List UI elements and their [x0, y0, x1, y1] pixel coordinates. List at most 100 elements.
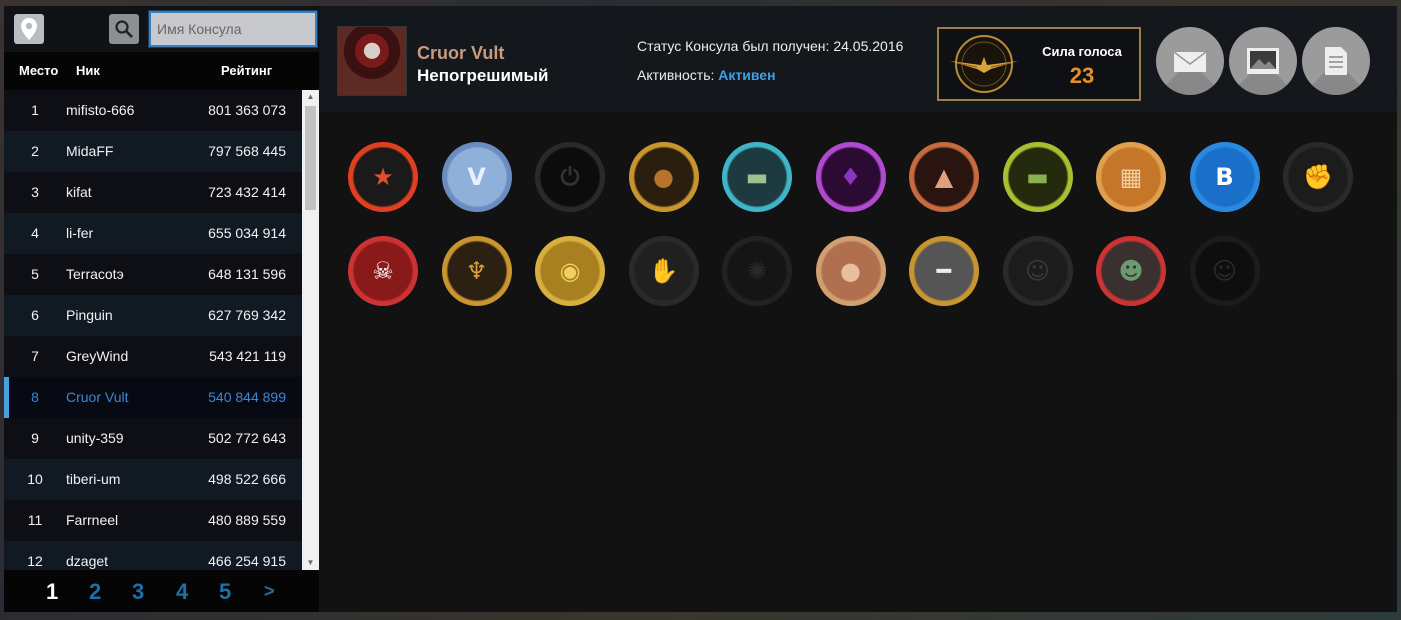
row-rating: 498 522 666 — [208, 471, 286, 487]
scrollbar[interactable]: ▲ ▼ — [302, 90, 319, 570]
money-badge[interactable]: ▬ — [722, 142, 792, 212]
row-place: 7 — [31, 348, 39, 364]
portrait-badge[interactable]: ● — [815, 236, 886, 306]
row-place: 6 — [31, 307, 39, 323]
row-rating: 543 421 119 — [209, 348, 286, 364]
header-nick[interactable]: Ник — [76, 63, 100, 78]
row-nick: unity-359 — [66, 430, 124, 446]
table-row[interactable]: 5 Terracotэ 648 131 596 — [4, 254, 302, 295]
activity-value: Активен — [718, 67, 776, 83]
table-row[interactable]: 2 MidaFF 797 568 445 — [4, 131, 302, 172]
scroll-down-arrow-icon[interactable]: ▼ — [302, 556, 319, 570]
mail-icon — [1173, 51, 1207, 72]
row-place: 2 — [31, 143, 39, 159]
table-row[interactable]: 6 Pinguin 627 769 342 — [4, 295, 302, 336]
profile-panel: Cruor Vult Непогрешимый Статус Консула б… — [320, 6, 1397, 612]
search-button[interactable] — [109, 14, 139, 44]
profile-header: Cruor Vult Непогрешимый Статус Консула б… — [320, 6, 1397, 112]
crystal-badge[interactable]: ♦ — [815, 142, 886, 212]
winged-emblem-icon — [950, 35, 1018, 93]
skull-badge[interactable]: ☠ — [348, 236, 418, 306]
activity-label: Активность: — [637, 67, 719, 83]
avatar[interactable] — [337, 26, 407, 96]
pyramid-badge[interactable]: ▲ — [909, 142, 979, 212]
row-rating: 480 889 559 — [208, 512, 286, 528]
row-rating: 502 772 643 — [208, 430, 286, 446]
box-badge[interactable]: ▦ — [1096, 142, 1166, 212]
table-row[interactable]: 11 Farrneel 480 889 559 — [4, 500, 302, 541]
message-button[interactable] — [1156, 27, 1224, 95]
document-icon — [1325, 47, 1347, 75]
row-nick: dzaget — [66, 553, 109, 569]
table-header: Место Ник Рейтинг — [4, 52, 319, 90]
document-button[interactable] — [1302, 27, 1370, 95]
row-place: 10 — [27, 471, 43, 487]
row-rating: 723 432 414 — [208, 184, 286, 200]
row-nick: tiberi-um — [66, 471, 121, 487]
table-row[interactable]: 8 Cruor Vult 540 844 899 — [4, 377, 302, 418]
minus-badge[interactable]: ━ — [909, 236, 979, 306]
vote-power-box: Сила голоса 23 — [937, 27, 1141, 101]
next-page-button[interactable]: > — [264, 581, 275, 602]
star-badge[interactable]: ★ — [348, 142, 418, 212]
table-row[interactable]: 12 dzaget 466 254 915 — [4, 541, 302, 570]
page-4[interactable]: 4 — [176, 579, 188, 605]
table-row[interactable]: 7 GreyWind 543 421 119 — [4, 336, 302, 377]
mask-badge[interactable]: ☺ — [1189, 236, 1260, 306]
row-place: 8 — [31, 389, 39, 405]
row-nick: Pinguin — [66, 307, 113, 323]
row-place: 5 — [31, 266, 39, 282]
row-rating: 797 568 445 — [208, 143, 286, 159]
power-badge[interactable]: ⏻ — [535, 142, 605, 212]
table-row[interactable]: 10 tiberi-um 498 522 666 — [4, 459, 302, 500]
coins-badge[interactable]: ◉ — [535, 236, 605, 306]
gallery-button[interactable] — [1229, 27, 1297, 95]
page-1[interactable]: 1 — [46, 579, 58, 605]
row-nick: GreyWind — [66, 348, 129, 364]
image-icon — [1247, 48, 1279, 74]
page-2[interactable]: 2 — [89, 579, 101, 605]
status-date: 24.05.2016 — [833, 38, 904, 54]
row-nick: Terracotэ — [66, 266, 124, 282]
row-nick: MidaFF — [66, 143, 114, 159]
vote-power-value: 23 — [1069, 63, 1095, 88]
location-button[interactable] — [14, 14, 44, 44]
vk-badge[interactable]: B — [1189, 142, 1260, 212]
page-3[interactable]: 3 — [132, 579, 144, 605]
header-rating[interactable]: Рейтинг — [221, 63, 272, 78]
activity: Активность: Активен — [637, 67, 776, 83]
scroll-thumb[interactable] — [305, 106, 316, 210]
table-row[interactable]: 9 unity-359 502 772 643 — [4, 418, 302, 459]
page-5[interactable]: 5 — [219, 579, 231, 605]
fist-badge[interactable]: ✊ — [1283, 142, 1353, 212]
consul-search-input[interactable] — [148, 10, 318, 48]
row-place: 9 — [31, 430, 39, 446]
person-badge[interactable]: ● — [628, 142, 699, 212]
vote-power-label: Сила голоса — [1042, 44, 1122, 59]
profile-title: Непогрешимый — [417, 66, 549, 85]
row-rating: 648 131 596 — [208, 266, 286, 282]
eagle-badge[interactable]: ♆ — [441, 236, 512, 306]
app-frame: Место Ник Рейтинг 1 mifisto-666 801 363 07… — [4, 6, 1397, 612]
cash-badge[interactable]: ▬ — [1002, 142, 1073, 212]
santa-badge[interactable]: ☻ — [1096, 236, 1166, 306]
row-nick: Farrneel — [66, 512, 119, 528]
table-row[interactable]: 4 li-fer 655 034 914 — [4, 213, 302, 254]
header-place[interactable]: Место — [19, 63, 58, 78]
pagination: 1 2 3 4 5 > — [4, 570, 319, 612]
search-icon — [115, 20, 133, 38]
status-label: Статус Консула был получен: — [637, 38, 834, 54]
ranking-panel: Место Ник Рейтинг 1 mifisto-666 801 363 07… — [4, 6, 319, 612]
row-rating: 540 844 899 — [208, 389, 286, 405]
table-row[interactable]: 3 kifat 723 432 414 — [4, 172, 302, 213]
row-place: 4 — [31, 225, 39, 241]
ranking-list: 1 mifisto-666 801 363 073 2 MidaFF 797 568 44… — [4, 90, 302, 570]
scroll-up-arrow-icon[interactable]: ▲ — [302, 90, 319, 104]
row-place: 3 — [31, 184, 39, 200]
tolstoy-badge[interactable]: ☺ — [1002, 236, 1073, 306]
hand-badge[interactable]: ✋ — [628, 236, 699, 306]
table-row[interactable]: 1 mifisto-666 801 363 073 — [4, 90, 302, 131]
row-rating: 466 254 915 — [208, 553, 286, 569]
occult-badge[interactable]: ✺ — [722, 236, 792, 306]
v-badge[interactable]: V — [441, 142, 512, 212]
